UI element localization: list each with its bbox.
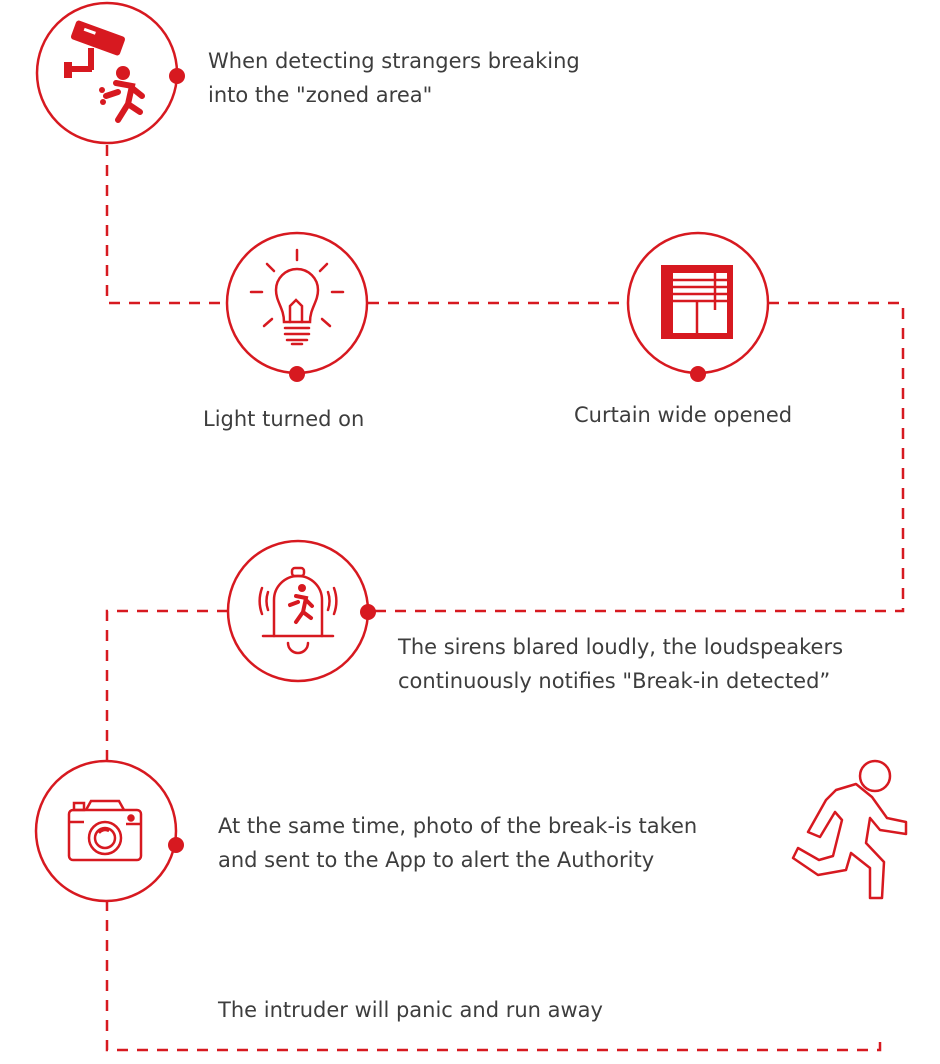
step-4-line-2: continuously notifies "Break-in detected… — [398, 669, 831, 693]
step-6-line-1: The intruder will panic and run away — [218, 998, 603, 1022]
step-2-caption: Light turned on — [203, 402, 364, 436]
step-5-line-1: At the same time, photo of the break-is … — [218, 814, 698, 838]
step-1-line-2: into the "zoned area" — [208, 83, 433, 107]
step-node-camera — [34, 759, 184, 903]
step-5-line-2: and sent to the App to alert the Authori… — [218, 848, 655, 872]
step-node-runner — [791, 759, 908, 900]
step-2-line-1: Light turned on — [203, 407, 365, 431]
step-node-siren — [226, 539, 376, 683]
step-3-line-1: Curtain wide opened — [574, 403, 793, 427]
step-1-line-1: When detecting strangers breaking — [208, 49, 580, 73]
step-6-caption: The intruder will panic and run away — [218, 993, 603, 1027]
step-node-curtain — [626, 231, 770, 382]
step-3-caption: Curtain wide opened — [574, 398, 792, 432]
step-5-caption: At the same time, photo of the break-is … — [218, 809, 697, 877]
connector-lines — [105, 145, 905, 1052]
flow-diagram — [34, 1, 908, 1052]
running-person-icon — [791, 759, 908, 900]
step-4-caption: The sirens blared loudly, the loudspeake… — [398, 630, 843, 698]
step-4-line-1: The sirens blared loudly, the loudspeake… — [398, 635, 844, 659]
step-node-light — [225, 231, 369, 382]
step-node-cctv — [35, 1, 185, 145]
step-1-caption: When detecting strangers breaking into t… — [208, 44, 580, 112]
